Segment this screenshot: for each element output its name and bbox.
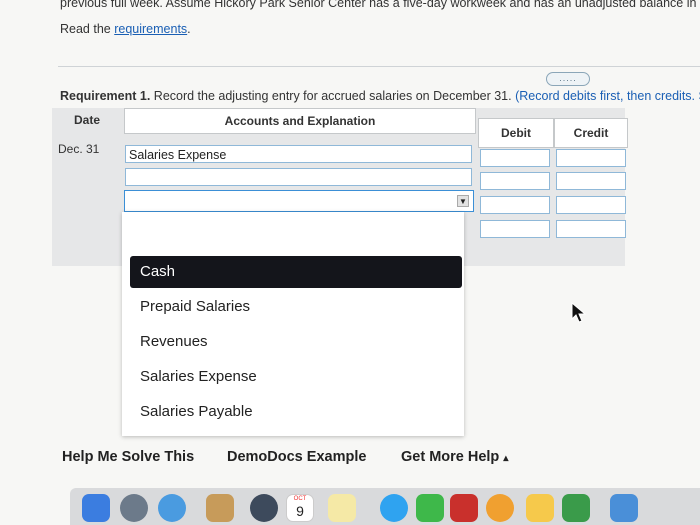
- dock: OCT 9: [70, 488, 700, 525]
- credit-input-row1[interactable]: [556, 149, 626, 167]
- more-button[interactable]: .....: [546, 72, 590, 86]
- help-me-solve-link[interactable]: Help Me Solve This: [62, 449, 194, 465]
- option-cash[interactable]: Cash: [130, 256, 462, 288]
- rocket-icon[interactable]: [250, 494, 278, 522]
- option-salaries-expense[interactable]: Salaries Expense: [130, 361, 462, 393]
- requirement-text: Requirement 1. Record the adjusting entr…: [60, 89, 700, 103]
- option-prepaid-salaries[interactable]: Prepaid Salaries: [130, 291, 462, 323]
- account-select[interactable]: ▼: [124, 190, 474, 212]
- date-cell: Dec. 31: [58, 142, 100, 156]
- contacts-icon[interactable]: [206, 494, 234, 522]
- credit-input-row3[interactable]: [556, 196, 626, 214]
- photos-icon[interactable]: [486, 494, 514, 522]
- credit-header: Credit: [554, 118, 628, 148]
- requirements-link[interactable]: requirements: [114, 22, 187, 36]
- photo-booth-icon[interactable]: [450, 494, 478, 522]
- explanation-input-row2[interactable]: [125, 168, 472, 186]
- option-salaries-payable[interactable]: Salaries Payable: [130, 396, 462, 428]
- debit-input-row1[interactable]: [480, 149, 550, 167]
- section-divider: [58, 66, 700, 67]
- keynote-icon[interactable]: [610, 494, 638, 522]
- get-more-help-link[interactable]: Get More Help ▴: [401, 449, 508, 465]
- credit-input-row2[interactable]: [556, 172, 626, 190]
- credit-input-row4[interactable]: [556, 220, 626, 238]
- instruction-text: previous full week. Assume Hickory Park …: [60, 0, 700, 10]
- dropdown-arrow-icon[interactable]: ▼: [457, 195, 469, 207]
- debit-input-row3[interactable]: [480, 196, 550, 214]
- notes-icon[interactable]: [328, 494, 356, 522]
- date-header: Date: [52, 108, 122, 132]
- caret-up-icon: ▴: [503, 453, 509, 464]
- accounts-header: Accounts and Explanation: [124, 108, 476, 134]
- account-dropdown-list: Cash Prepaid Salaries Revenues Salaries …: [122, 212, 464, 436]
- pages-icon[interactable]: [526, 494, 554, 522]
- debit-input-row2[interactable]: [480, 172, 550, 190]
- launchpad-icon[interactable]: [120, 494, 148, 522]
- safari-icon[interactable]: [158, 494, 186, 522]
- account-input-row1[interactable]: Salaries Expense: [125, 145, 472, 163]
- numbers-icon[interactable]: [562, 494, 590, 522]
- calendar-icon[interactable]: OCT 9: [286, 494, 314, 522]
- debit-input-row4[interactable]: [480, 220, 550, 238]
- demodocs-link[interactable]: DemoDocs Example: [227, 449, 366, 465]
- read-requirements-line: Read the requirements.: [60, 22, 191, 36]
- facetime-icon[interactable]: [416, 494, 444, 522]
- mouse-cursor-icon: [571, 302, 587, 323]
- debit-header: Debit: [478, 118, 554, 148]
- app-store-icon[interactable]: [380, 494, 408, 522]
- finder-icon[interactable]: [82, 494, 110, 522]
- option-revenues[interactable]: Revenues: [130, 326, 462, 358]
